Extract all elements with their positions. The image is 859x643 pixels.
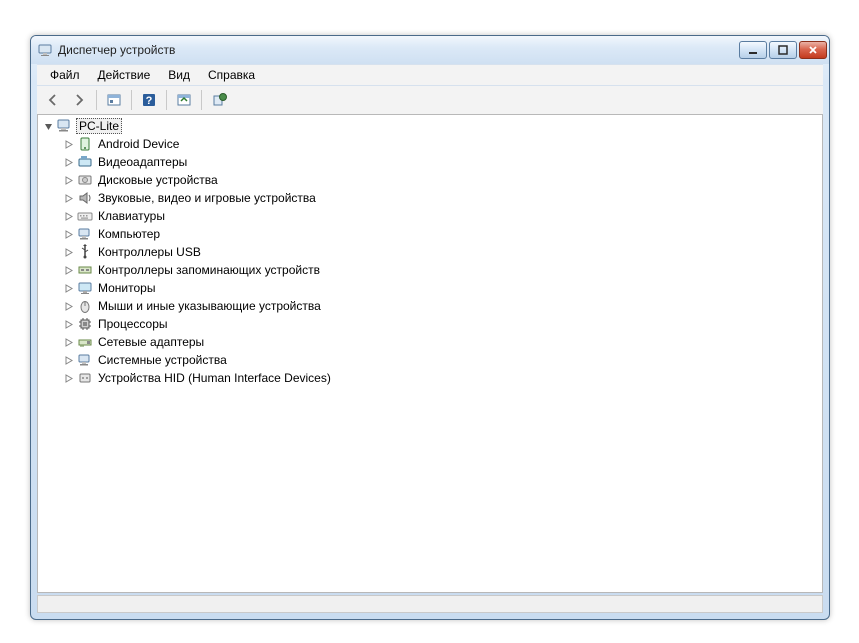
keyboard-icon — [77, 208, 93, 224]
monitor-icon — [77, 280, 93, 296]
tree-root-node[interactable]: PC-Lite — [40, 117, 820, 135]
network-adapter-icon — [77, 334, 93, 350]
tree-node-label[interactable]: Системные устройства — [96, 353, 229, 367]
show-hidden-button[interactable] — [102, 88, 126, 112]
system-device-icon — [77, 352, 93, 368]
tree-node-label[interactable]: Видеоадаптеры — [96, 155, 189, 169]
tree-node[interactable]: Звуковые, видео и игровые устройства — [60, 189, 820, 207]
usb-icon — [77, 244, 93, 260]
expand-icon[interactable] — [62, 264, 74, 276]
display-adapter-icon — [77, 154, 93, 170]
statusbar — [37, 595, 823, 613]
tree-node-label[interactable]: Контроллеры запоминающих устройств — [96, 263, 322, 277]
tree-node[interactable]: Процессоры — [60, 315, 820, 333]
tree-node-label[interactable]: Звуковые, видео и игровые устройства — [96, 191, 318, 205]
computer-category-icon — [77, 226, 93, 242]
processor-icon — [77, 316, 93, 332]
tree-node[interactable]: Устройства HID (Human Interface Devices) — [60, 369, 820, 387]
expand-icon[interactable] — [62, 246, 74, 258]
expand-icon[interactable] — [62, 228, 74, 240]
tree-node-label[interactable]: Сетевые адаптеры — [96, 335, 206, 349]
tree-node-label[interactable]: Дисковые устройства — [96, 173, 220, 187]
mouse-icon — [77, 298, 93, 314]
expand-icon[interactable] — [62, 138, 74, 150]
tree-node-label[interactable]: Устройства HID (Human Interface Devices) — [96, 371, 333, 385]
tree-children: Android Device Видеоадаптеры Дисковые ус… — [60, 135, 820, 387]
minimize-button[interactable] — [739, 41, 767, 59]
window-controls — [739, 41, 827, 59]
tree-node[interactable]: Видеоадаптеры — [60, 153, 820, 171]
hid-icon — [77, 370, 93, 386]
device-tree-pane[interactable]: PC-Lite Android Device Видеоадаптеры Дис… — [37, 114, 823, 593]
tree-node-label[interactable]: Мониторы — [96, 281, 157, 295]
expand-icon[interactable] — [62, 174, 74, 186]
tree-node[interactable]: Клавиатуры — [60, 207, 820, 225]
expand-icon[interactable] — [62, 282, 74, 294]
tree-node[interactable]: Мониторы — [60, 279, 820, 297]
collapse-icon[interactable] — [42, 120, 54, 132]
tree-node[interactable]: Компьютер — [60, 225, 820, 243]
update-driver-button[interactable] — [207, 88, 231, 112]
tree-node-label[interactable]: Мыши и иные указывающие устройства — [96, 299, 323, 313]
menu-file[interactable]: Файл — [41, 66, 89, 84]
toolbar-separator — [96, 90, 97, 110]
close-button[interactable] — [799, 41, 827, 59]
app-icon — [37, 42, 53, 58]
expand-icon[interactable] — [62, 336, 74, 348]
svg-text:?: ? — [146, 95, 153, 107]
tree-node-label[interactable]: Клавиатуры — [96, 209, 167, 223]
tree-node-label[interactable]: Контроллеры USB — [96, 245, 203, 259]
scan-hardware-button[interactable] — [172, 88, 196, 112]
sound-icon — [77, 190, 93, 206]
tree-node[interactable]: Системные устройства — [60, 351, 820, 369]
expand-icon[interactable] — [62, 300, 74, 312]
toolbar-separator — [201, 90, 202, 110]
toolbar-separator — [166, 90, 167, 110]
menu-help[interactable]: Справка — [199, 66, 264, 84]
device-manager-window: Диспетчер устройств Файл Действие Вид Сп… — [30, 35, 830, 620]
tree-node[interactable]: Контроллеры запоминающих устройств — [60, 261, 820, 279]
menu-action[interactable]: Действие — [89, 66, 160, 84]
menu-view[interactable]: Вид — [159, 66, 199, 84]
computer-icon — [57, 118, 73, 134]
android-icon — [77, 136, 93, 152]
tree-node[interactable]: Контроллеры USB — [60, 243, 820, 261]
maximize-button[interactable] — [769, 41, 797, 59]
forward-button[interactable] — [67, 88, 91, 112]
expand-icon[interactable] — [62, 354, 74, 366]
window-title: Диспетчер устройств — [58, 43, 739, 57]
expand-icon[interactable] — [62, 192, 74, 204]
help-button[interactable]: ? — [137, 88, 161, 112]
titlebar: Диспетчер устройств — [31, 36, 829, 64]
tree-node-label[interactable]: Android Device — [96, 137, 181, 151]
menubar: Файл Действие Вид Справка — [37, 64, 823, 86]
tree-node[interactable]: Мыши и иные указывающие устройства — [60, 297, 820, 315]
toolbar-separator — [131, 90, 132, 110]
expand-icon[interactable] — [62, 210, 74, 222]
disk-drive-icon — [77, 172, 93, 188]
storage-controller-icon — [77, 262, 93, 278]
tree-node-label[interactable]: Компьютер — [96, 227, 162, 241]
tree-node[interactable]: Дисковые устройства — [60, 171, 820, 189]
tree-node[interactable]: Android Device — [60, 135, 820, 153]
expand-icon[interactable] — [62, 156, 74, 168]
device-tree: PC-Lite Android Device Видеоадаптеры Дис… — [40, 117, 820, 387]
tree-node-label[interactable]: Процессоры — [96, 317, 170, 331]
back-button[interactable] — [41, 88, 65, 112]
expand-icon[interactable] — [62, 318, 74, 330]
tree-node[interactable]: Сетевые адаптеры — [60, 333, 820, 351]
toolbar: ? — [37, 86, 823, 114]
expand-icon[interactable] — [62, 372, 74, 384]
tree-root-label[interactable]: PC-Lite — [76, 118, 122, 134]
